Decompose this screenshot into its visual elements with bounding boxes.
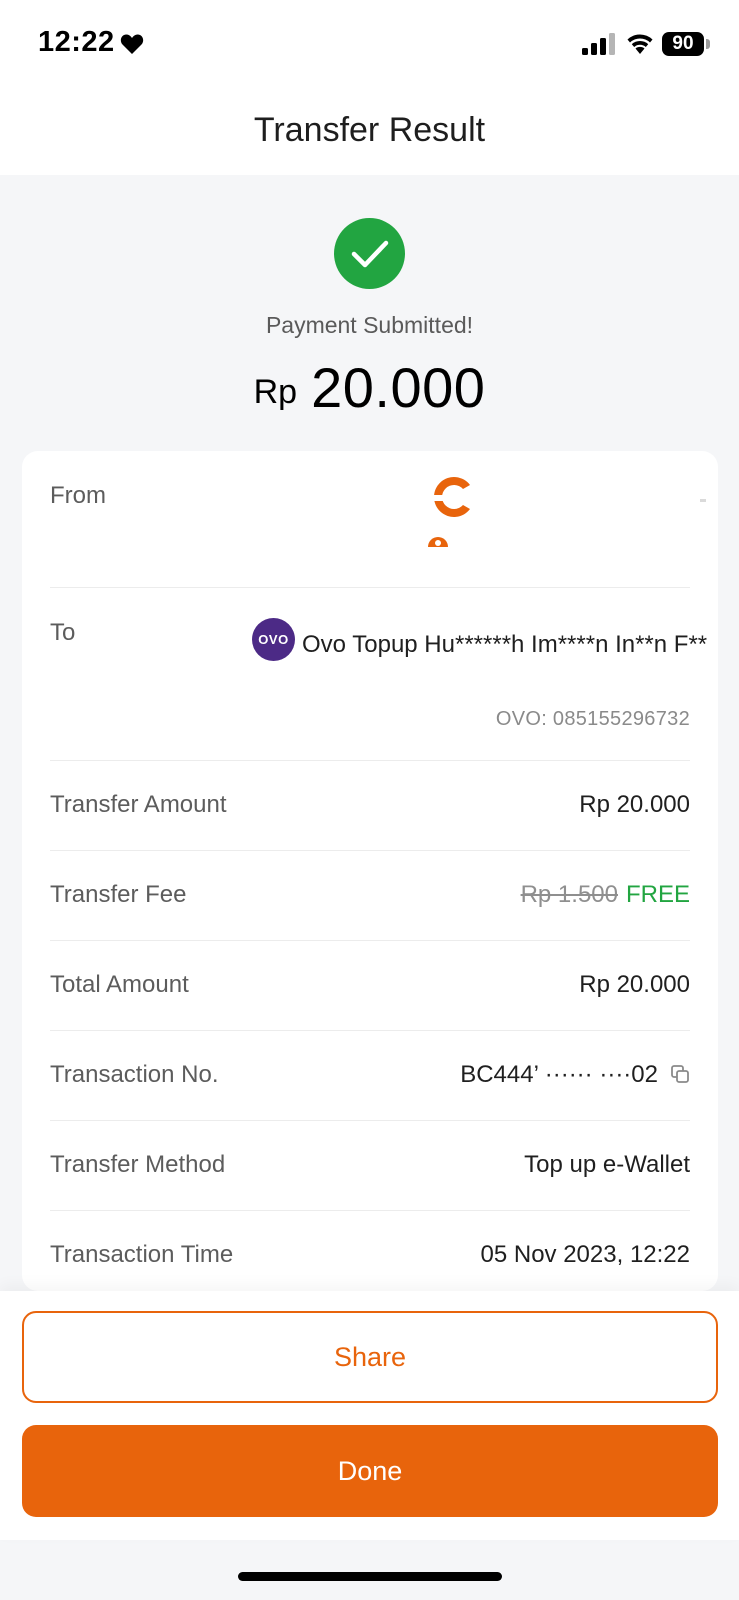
- transfer-amount-label: Transfer Amount: [50, 791, 227, 818]
- transfer-amount-value: Rp 20.000: [579, 791, 690, 818]
- transfer-method-label: Transfer Method: [50, 1151, 226, 1178]
- from-row: From: [50, 451, 706, 588]
- to-row: To OVO Ovo Topup Hu******h Im****n In**n…: [50, 588, 707, 761]
- page-title: Transfer Result: [253, 111, 486, 149]
- transaction-time-row: Transaction Time 05 Nov 2023, 12:22: [50, 1211, 690, 1291]
- transfer-fee-row: Transfer Fee Rp 1.500 FREE: [50, 851, 690, 941]
- check-circle-icon: [334, 218, 405, 289]
- total-amount-label: Total Amount: [50, 971, 189, 998]
- transaction-no-value: BC444’ ······ ····02: [460, 1061, 690, 1089]
- amount-value: 20.000: [311, 356, 486, 419]
- copy-icon[interactable]: [670, 1064, 690, 1084]
- status-bar: 12:22 90: [0, 0, 739, 90]
- transaction-details-card: From To OVO Ovo Topup Hu******h Im****n …: [22, 451, 718, 1291]
- from-label: From: [50, 482, 106, 509]
- transfer-method-value: Top up e-Wallet: [524, 1151, 690, 1178]
- total-amount-row: Total Amount Rp 20.000: [50, 941, 690, 1031]
- transfer-amount-row: Transfer Amount Rp 20.000: [50, 761, 690, 851]
- redacted-mark: [700, 499, 706, 502]
- ovo-logo-icon: OVO: [252, 618, 295, 661]
- battery-level: 90: [672, 33, 694, 54]
- cellular-signal-icon: [582, 33, 615, 55]
- fee-free-badge: FREE: [625, 881, 690, 908]
- result-message: Payment Submitted!: [265, 312, 474, 338]
- checkmark-icon: [351, 240, 388, 267]
- transaction-no-label: Transaction No.: [50, 1061, 219, 1088]
- fee-original-price: Rp 1.500: [520, 881, 618, 908]
- result-amount: Rp 20.000: [0, 355, 739, 420]
- transaction-no-row: Transaction No. BC444’ ······ ····02: [50, 1031, 690, 1121]
- recipient-name: Ovo Topup Hu******h Im****n In**n F**: [302, 631, 708, 658]
- status-time: 12:22: [38, 26, 115, 58]
- transaction-time-value: 05 Nov 2023, 12:22: [480, 1241, 691, 1268]
- total-amount-value: Rp 20.000: [579, 971, 690, 998]
- transfer-fee-label: Transfer Fee: [50, 881, 187, 908]
- transaction-time-label: Transaction Time: [50, 1241, 234, 1268]
- wifi-icon: [627, 34, 653, 54]
- transaction-no-text: BC444’ ······ ····02: [460, 1061, 658, 1088]
- transfer-method-row: Transfer Method Top up e-Wallet: [50, 1121, 690, 1211]
- done-button[interactable]: Done: [22, 1425, 718, 1517]
- transfer-fee-value: Rp 1.500 FREE: [521, 881, 690, 909]
- bank-sub-logo-icon: [428, 537, 448, 547]
- heart-icon: [120, 34, 144, 54]
- battery-indicator: 90: [662, 32, 704, 56]
- amount-currency: Rp: [253, 373, 298, 411]
- share-button[interactable]: Share: [22, 1311, 718, 1403]
- battery-tip: [706, 39, 710, 49]
- bank-logo-icon: [434, 477, 476, 517]
- app-header: Transfer Result: [0, 90, 739, 175]
- bottom-action-bar: Share Done: [0, 1291, 739, 1540]
- home-indicator[interactable]: [238, 1572, 502, 1581]
- to-label: To: [50, 619, 76, 646]
- recipient-account: OVO: 085155296732: [495, 708, 690, 730]
- ovo-logo-text: OVO: [258, 632, 289, 647]
